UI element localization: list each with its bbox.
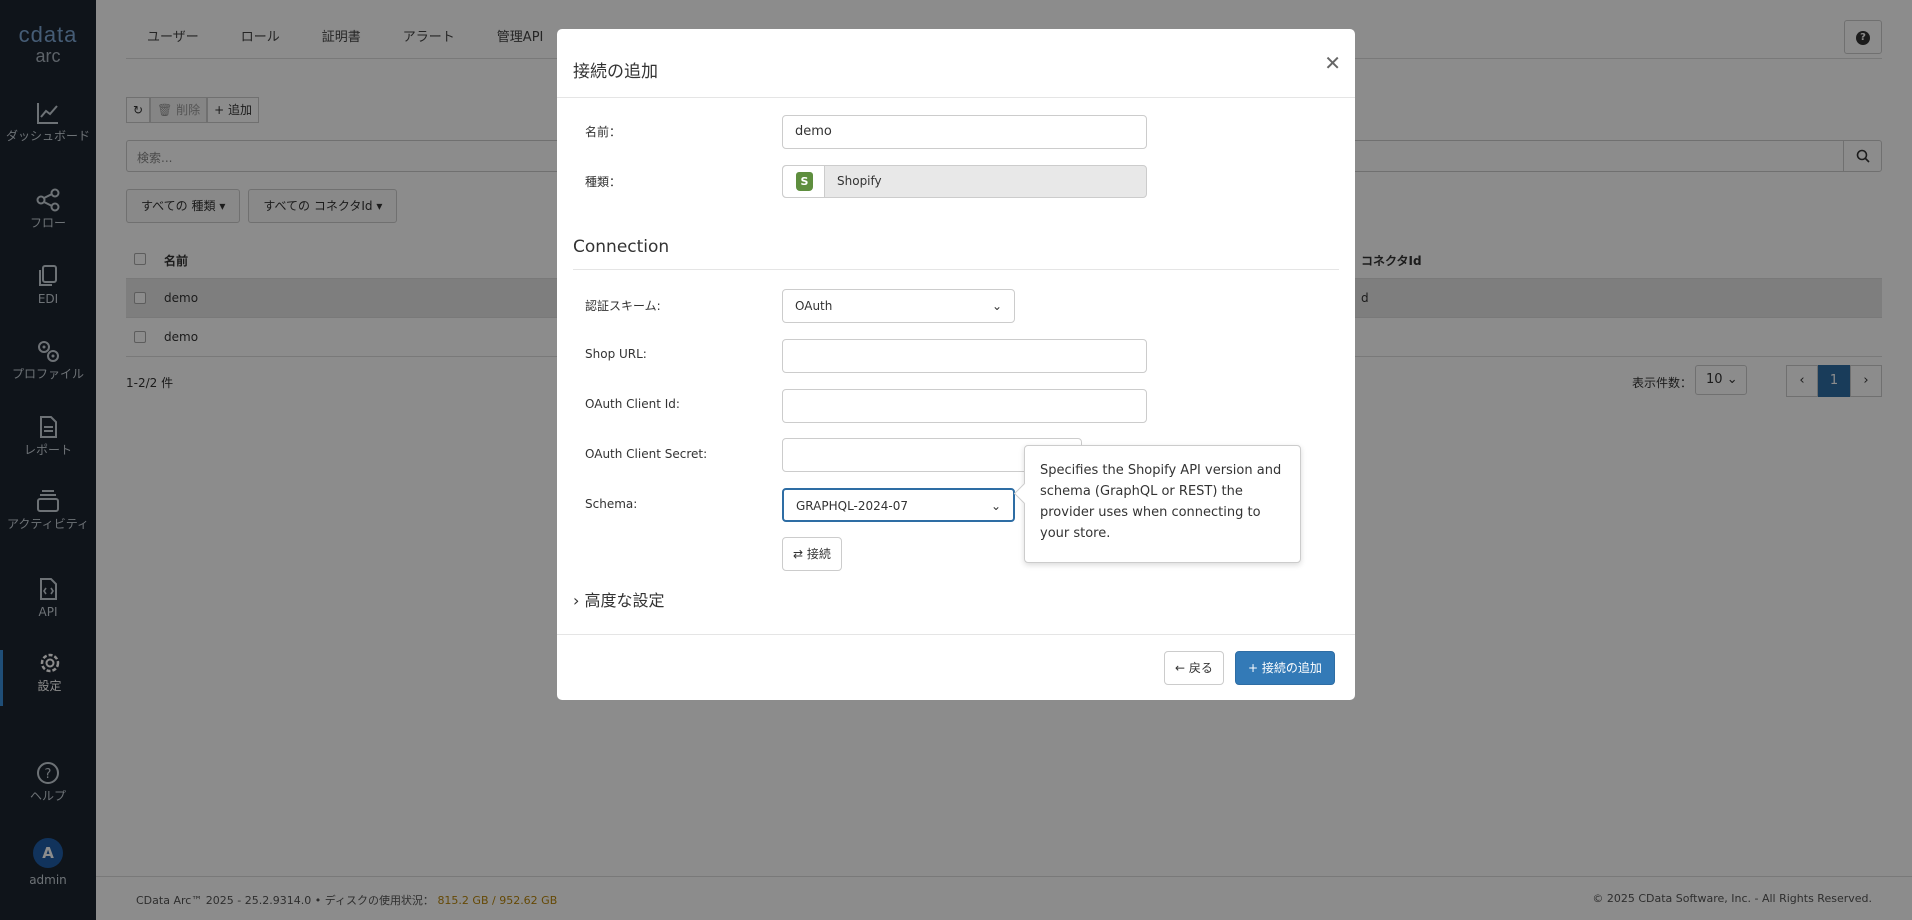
advanced-settings-toggle[interactable]: › 高度な設定 [573,587,665,611]
chevron-down-icon: ⌄ [990,499,1001,513]
shopify-icon-box: S [783,166,825,197]
type-field: S Shopify [782,165,1147,198]
add-connection-modal: 接続の追加 ✕ 名前： demo 種類： S Shopify Connectio… [557,29,1355,700]
schema-label: Schema: [585,497,638,511]
name-label: 名前： [585,125,622,139]
schema-value: GRAPHQL-2024-07 [796,499,909,513]
divider [557,97,1355,98]
connect-button[interactable]: ⇄ 接続 [782,537,842,571]
back-button[interactable]: ← 戻る [1164,651,1224,685]
connect-label: 接続 [806,547,831,561]
arrow-left-icon: ← [1175,661,1186,675]
type-label: 種類： [585,175,622,189]
modal-title: 接続の追加 [573,62,658,82]
back-label: 戻る [1188,661,1213,675]
add-connection-button[interactable]: + 接続の追加 [1235,651,1335,685]
shopify-icon: S [796,172,813,191]
type-value: Shopify [837,174,882,188]
plus-icon: + [1248,661,1259,675]
add-connection-label: 接続の追加 [1261,661,1322,675]
schema-tooltip: Specifies the Shopify API version and sc… [1024,445,1301,563]
auth-scheme-select[interactable]: OAuth ⌄ [782,289,1015,323]
chevron-right-icon: › [573,591,580,610]
name-field[interactable]: demo [782,115,1147,149]
shop-url-field[interactable] [782,339,1147,373]
divider [573,269,1339,270]
client-secret-label: OAuth Client Secret: [585,447,708,461]
auth-scheme-value: OAuth [795,299,833,313]
schema-select[interactable]: GRAPHQL-2024-07 ⌄ [782,488,1015,522]
section-title: Connection [573,237,670,257]
close-icon[interactable]: ✕ [1324,51,1341,75]
exchange-icon: ⇄ [793,547,804,561]
client-id-label: OAuth Client Id: [585,397,680,411]
divider [557,634,1355,635]
client-id-field[interactable] [782,389,1147,423]
advanced-settings-label: 高度な設定 [584,591,665,610]
shop-url-label: Shop URL: [585,347,647,361]
auth-scheme-label: 認証スキーム: [585,299,661,313]
chevron-down-icon: ⌄ [991,299,1002,313]
